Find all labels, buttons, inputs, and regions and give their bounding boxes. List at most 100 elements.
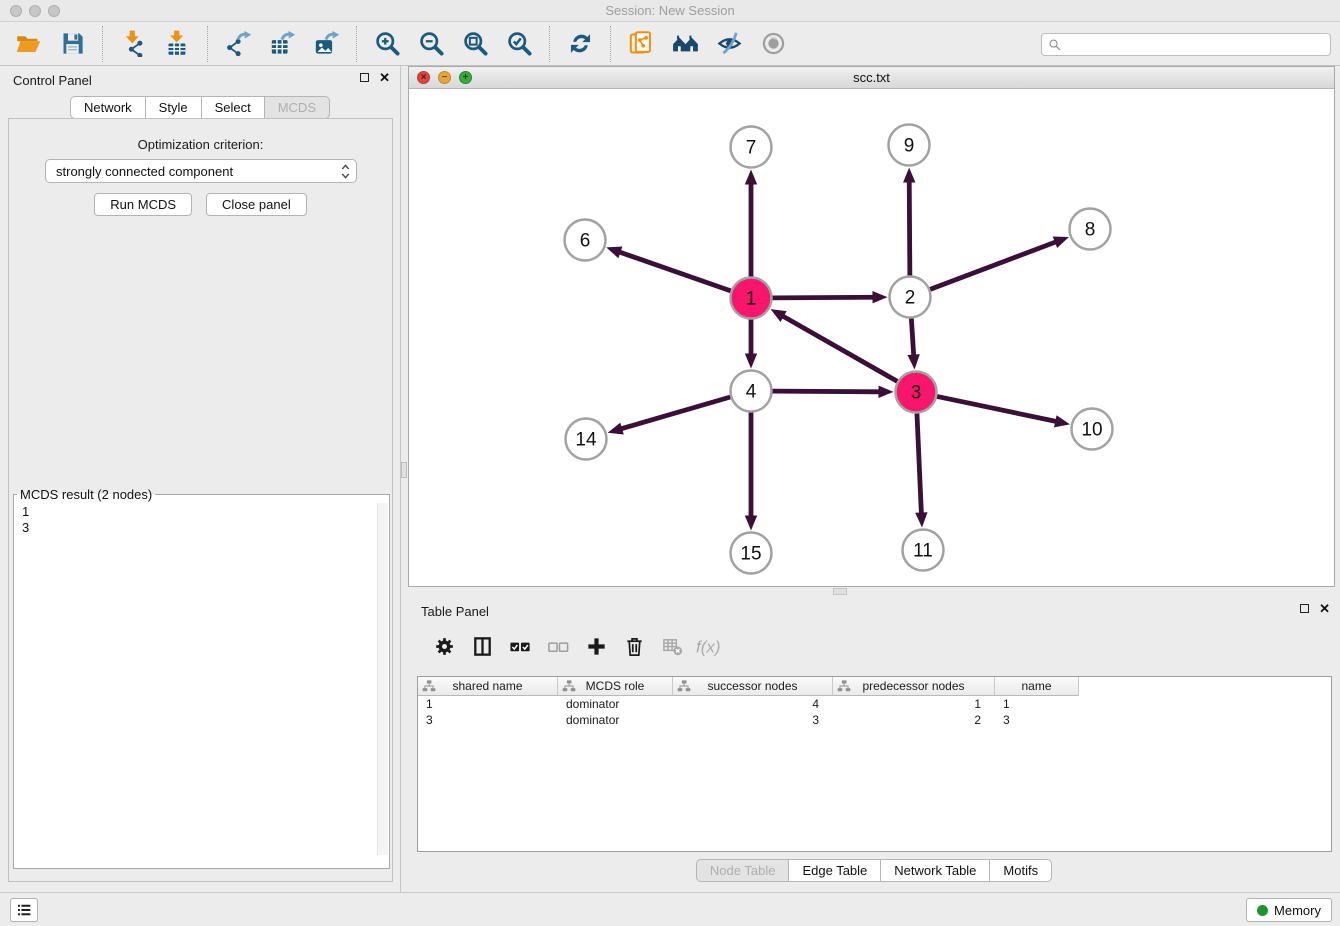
export-image-button[interactable] bbox=[308, 25, 344, 63]
table-cell[interactable]: 1 bbox=[995, 696, 1079, 712]
vertical-splitter-grip[interactable] bbox=[401, 462, 407, 478]
export-table-button[interactable] bbox=[264, 25, 300, 63]
node-table[interactable]: shared name MCDS role successor nodesprede… bbox=[417, 676, 1332, 852]
network-window-titlebar: × − + scc.txt bbox=[409, 67, 1334, 89]
houses-button[interactable] bbox=[667, 25, 703, 63]
search-input[interactable] bbox=[1066, 37, 1324, 53]
criterion-select[interactable]: strongly connected component bbox=[45, 159, 357, 183]
node-label-2: 2 bbox=[905, 288, 916, 309]
edge-3-11[interactable] bbox=[917, 413, 922, 515]
result-scrollbar[interactable] bbox=[377, 503, 388, 855]
task-history-button[interactable] bbox=[10, 898, 38, 922]
tab-select[interactable]: Select bbox=[201, 96, 264, 119]
zoom-out-icon bbox=[418, 30, 445, 57]
control-panel: Control Panel ✕ NetworkStyleSelectMCDS O… bbox=[0, 66, 401, 892]
control-panel-tabs: NetworkStyleSelectMCDS bbox=[0, 96, 400, 119]
memory-button[interactable]: Memory bbox=[1246, 898, 1332, 922]
memory-button-label: Memory bbox=[1274, 903, 1321, 918]
column-header-label: MCDS role bbox=[586, 679, 645, 693]
zoom-in-icon bbox=[374, 30, 401, 57]
table-mode-button[interactable] bbox=[428, 631, 460, 663]
edge-4-3[interactable] bbox=[772, 391, 881, 392]
edge-2-8[interactable] bbox=[930, 241, 1058, 289]
deselect-all-icon bbox=[547, 635, 570, 658]
table-row[interactable]: 1dominator411 bbox=[418, 696, 1331, 712]
show-columns-button[interactable] bbox=[466, 631, 498, 663]
tab-network-table[interactable]: Network Table bbox=[880, 859, 989, 882]
svg-text:f(x): f(x) bbox=[696, 637, 721, 656]
close-table-panel-icon[interactable]: ✕ bbox=[1319, 604, 1330, 613]
close-panel-button[interactable]: Close panel bbox=[206, 193, 307, 216]
network-window-title: scc.txt bbox=[409, 70, 1334, 85]
import-network-icon bbox=[120, 30, 147, 57]
edge-4-14[interactable] bbox=[619, 397, 730, 429]
tab-edge-table[interactable]: Edge Table bbox=[788, 859, 880, 882]
hide-selected-button[interactable] bbox=[711, 25, 747, 63]
network-graph[interactable]: 7968124314101511 bbox=[409, 89, 1334, 586]
tab-style[interactable]: Style bbox=[145, 96, 201, 119]
unselect-all-columns-button[interactable] bbox=[542, 631, 574, 663]
edge-1-6[interactable] bbox=[618, 251, 731, 291]
import-table-button[interactable] bbox=[159, 25, 195, 63]
table-cell[interactable]: 4 bbox=[673, 696, 833, 712]
toolbar-separator bbox=[102, 26, 103, 62]
tab-network[interactable]: Network bbox=[70, 96, 145, 119]
edge-3-10[interactable] bbox=[937, 396, 1058, 421]
table-cell[interactable]: 1 bbox=[418, 696, 558, 712]
column-header-mcds-role[interactable]: MCDS role bbox=[558, 677, 673, 696]
tab-node-table[interactable]: Node Table bbox=[696, 859, 789, 882]
column-header-name[interactable]: name bbox=[995, 677, 1079, 696]
table-cell[interactable]: 1 bbox=[833, 696, 995, 712]
edge-1-2[interactable] bbox=[772, 297, 875, 298]
zoom-selected-button[interactable] bbox=[501, 25, 537, 63]
column-header-predecessor-nodes[interactable]: predecessor nodes bbox=[833, 677, 995, 696]
table-cell[interactable]: 3 bbox=[995, 712, 1079, 728]
table-cell[interactable]: 3 bbox=[418, 712, 558, 728]
column-header-successor-nodes[interactable]: successor nodes bbox=[673, 677, 833, 696]
save-icon bbox=[59, 30, 86, 57]
select-all-columns-button[interactable] bbox=[504, 631, 536, 663]
create-column-button[interactable] bbox=[580, 631, 612, 663]
edge-arrowhead bbox=[606, 247, 622, 259]
vertical-splitter[interactable] bbox=[401, 66, 408, 892]
table-cell[interactable]: dominator bbox=[558, 696, 673, 712]
search-box[interactable] bbox=[1041, 33, 1331, 56]
column-header-shared-name[interactable]: shared name bbox=[418, 677, 558, 696]
delete-columns-button[interactable] bbox=[618, 631, 650, 663]
run-mcds-button[interactable]: Run MCDS bbox=[94, 193, 192, 216]
refresh-button[interactable] bbox=[562, 25, 598, 63]
zoom-in-button[interactable] bbox=[369, 25, 405, 63]
toolbar-icon-groups bbox=[6, 25, 795, 63]
table-cell[interactable]: 2 bbox=[833, 712, 995, 728]
table-cell[interactable]: dominator bbox=[558, 712, 673, 728]
node-label-4: 4 bbox=[746, 382, 757, 403]
column-type-icon bbox=[562, 679, 576, 693]
table-cell[interactable]: 3 bbox=[673, 712, 833, 728]
float-panel-icon[interactable] bbox=[360, 73, 369, 82]
tab-motifs[interactable]: Motifs bbox=[989, 859, 1052, 882]
zoom-out-button[interactable] bbox=[413, 25, 449, 63]
mcds-result-text[interactable]: 13 bbox=[22, 504, 29, 536]
new-network-from-selection-button[interactable] bbox=[623, 25, 659, 63]
edge-2-9[interactable] bbox=[909, 179, 910, 275]
edge-2-3[interactable] bbox=[911, 318, 913, 357]
network-view-window: × − + scc.txt 7968124314101511 bbox=[408, 66, 1335, 587]
open-session-button[interactable] bbox=[10, 25, 46, 63]
table-toolbar: f(x) bbox=[417, 625, 1332, 668]
table-row[interactable]: 3dominator323 bbox=[418, 712, 1331, 728]
node-label-11: 11 bbox=[913, 541, 933, 562]
zoom-fit-button[interactable] bbox=[457, 25, 493, 63]
horizontal-splitter[interactable] bbox=[408, 587, 1340, 597]
save-session-button[interactable] bbox=[54, 25, 90, 63]
tab-mcds[interactable]: MCDS bbox=[264, 96, 330, 119]
export-network-button[interactable] bbox=[220, 25, 256, 63]
edge-arrowhead bbox=[745, 170, 757, 185]
float-table-panel-icon[interactable] bbox=[1300, 604, 1309, 613]
close-panel-icon[interactable]: ✕ bbox=[379, 73, 390, 82]
node-label-10: 10 bbox=[1081, 420, 1102, 441]
toolbar-separator bbox=[549, 26, 550, 62]
horizontal-splitter-grip[interactable] bbox=[833, 588, 847, 595]
network-canvas[interactable]: 7968124314101511 bbox=[409, 89, 1334, 586]
import-network-button[interactable] bbox=[115, 25, 151, 63]
edge-3-1[interactable] bbox=[781, 315, 897, 381]
